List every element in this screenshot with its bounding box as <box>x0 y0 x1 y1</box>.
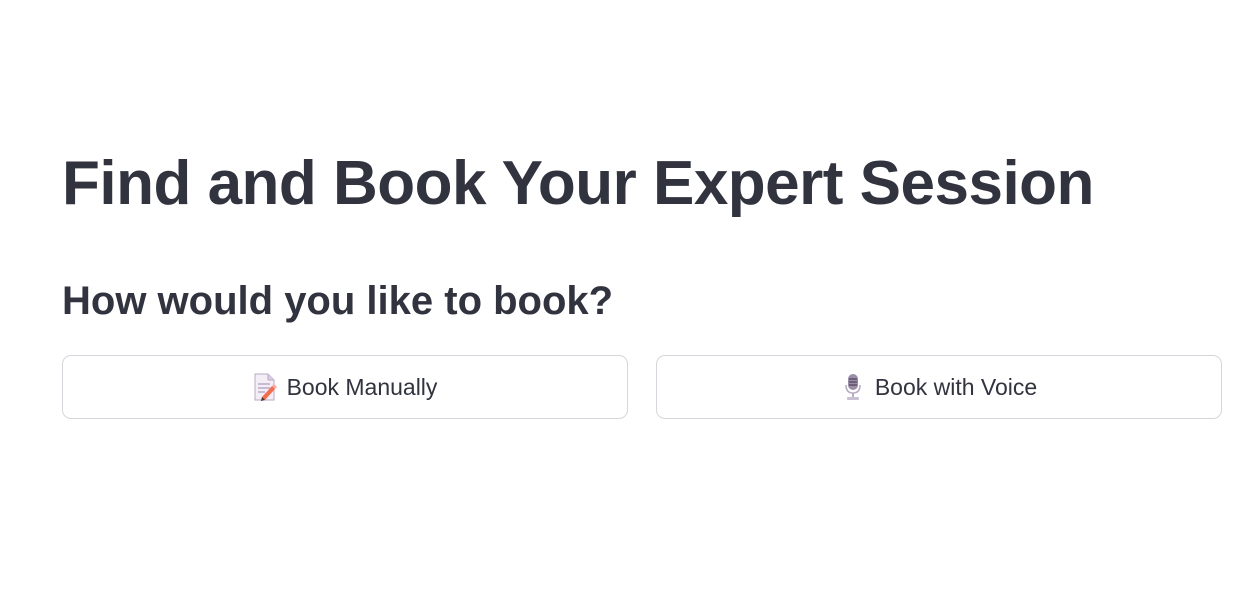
book-with-voice-button[interactable]: Book with Voice <box>656 355 1222 419</box>
book-with-voice-label: Book with Voice <box>874 373 1038 400</box>
app-page: Find and Book Your Expert Session How wo… <box>0 0 1258 595</box>
page-title: Find and Book Your Expert Session <box>62 149 1094 218</box>
booking-method-heading: How would you like to book? <box>62 279 614 323</box>
book-manually-label: Book Manually <box>286 373 438 400</box>
memo-pencil-icon <box>253 373 277 401</box>
book-manually-button[interactable]: Book Manually <box>62 355 628 419</box>
studio-microphone-icon <box>841 373 865 401</box>
